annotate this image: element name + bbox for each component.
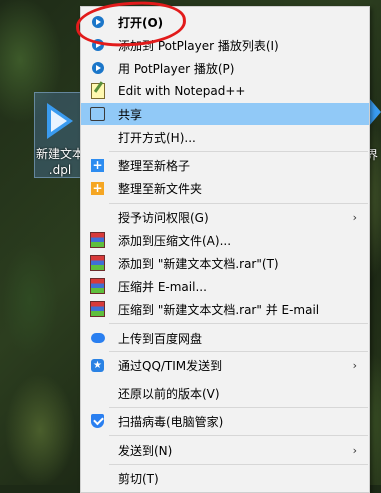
potplayer-icon (90, 61, 105, 76)
menu-item-label: 整理至新格子 (118, 158, 191, 173)
shield-icon (90, 414, 105, 429)
desktop-file-label: 新建文本 .dpl (35, 147, 84, 177)
menu-item-label: 发送到(N) (118, 443, 173, 458)
menu-item-label: 剪切(T) (118, 471, 159, 486)
menu-separator (109, 203, 368, 204)
winrar-icon (90, 255, 105, 271)
potplayer-icon (90, 15, 105, 30)
menu-item-cut[interactable]: 剪切(T) (81, 467, 369, 489)
menu-item-play-with-potplayer[interactable]: 用 PotPlayer 播放(P) (81, 57, 369, 79)
menu-item-label: 整理至新文件夹 (118, 181, 203, 196)
menu-item-scan-virus[interactable]: 扫描病毒(电脑管家) (81, 410, 369, 432)
menu-item-label: 压缩并 E-mail... (118, 279, 207, 294)
menu-item-compress-to-rar-and-email[interactable]: 压缩到 "新建文本文档.rar" 并 E-mail (81, 298, 369, 320)
menu-item-open-with[interactable]: 打开方式(H)... (81, 126, 369, 148)
menu-item-compress-and-email[interactable]: 压缩并 E-mail... (81, 275, 369, 297)
chevron-right-icon: › (352, 443, 357, 457)
chevron-right-icon: › (352, 210, 357, 224)
fences-blue-icon: + (91, 157, 104, 172)
menu-item-label: 共享 (118, 107, 143, 122)
winrar-icon (90, 232, 105, 248)
menu-item-add-to-potplayer-playlist[interactable]: 添加到 PotPlayer 播放列表(I) (81, 34, 369, 56)
menu-item-add-to-archive[interactable]: 添加到压缩文件(A)... (81, 229, 369, 251)
menu-item-organize-to-new-folder[interactable]: + 整理至新文件夹 (81, 177, 369, 199)
qq-icon: ★ (90, 358, 105, 373)
menu-item-label: 打开(O) (118, 15, 164, 30)
menu-item-label: 压缩到 "新建文本文档.rar" 并 E-mail (118, 302, 320, 317)
menu-item-label: 用 PotPlayer 播放(P) (118, 61, 235, 76)
menu-item-label: 添加到压缩文件(A)... (118, 233, 232, 248)
menu-item-organize-to-new-grid[interactable]: + 整理至新格子 (81, 154, 369, 176)
winrar-icon (90, 301, 105, 317)
menu-separator (109, 323, 368, 324)
winrar-icon (90, 278, 105, 294)
menu-item-open[interactable]: 打开(O) (81, 11, 369, 33)
menu-separator (109, 351, 368, 352)
menu-item-label: 还原以前的版本(V) (118, 386, 220, 401)
share-icon (90, 107, 105, 122)
menu-item-upload-to-baidu[interactable]: 上传到百度网盘 (81, 327, 369, 349)
menu-item-edit-with-notepad[interactable]: Edit with Notepad++ (81, 80, 369, 102)
menu-item-label: 授予访问权限(G) (118, 210, 209, 225)
menu-item-share[interactable]: 共享 (81, 103, 369, 125)
menu-item-send-via-qq-tim[interactable]: ★ 通过QQ/TIM发送到 › (81, 354, 369, 376)
menu-item-label: Edit with Notepad++ (118, 84, 246, 98)
menu-item-send-to[interactable]: 发送到(N) › (81, 439, 369, 461)
menu-item-label: 添加到 "新建文本文档.rar"(T) (118, 256, 279, 271)
context-menu: 打开(O) 添加到 PotPlayer 播放列表(I) 用 PotPlayer … (80, 6, 370, 493)
menu-separator (109, 407, 368, 408)
menu-separator (109, 435, 368, 436)
menu-item-label: 通过QQ/TIM发送到 (118, 358, 223, 373)
chevron-right-icon: › (352, 358, 357, 372)
menu-item-grant-access[interactable]: 授予访问权限(G) › (81, 206, 369, 228)
menu-separator (109, 464, 368, 465)
fences-orange-icon: + (91, 180, 104, 195)
menu-item-label: 上传到百度网盘 (118, 331, 203, 346)
play-icon (369, 98, 381, 126)
menu-item-restore-previous-versions[interactable]: 还原以前的版本(V) (81, 382, 369, 404)
baidu-icon (90, 331, 105, 346)
menu-item-label: 打开方式(H)... (118, 130, 196, 145)
menu-separator (109, 151, 368, 152)
notepad-icon (90, 83, 105, 99)
menu-item-add-to-rar[interactable]: 添加到 "新建文本文档.rar"(T) (81, 252, 369, 274)
menu-item-label: 扫描病毒(电脑管家) (118, 414, 224, 429)
potplayer-icon (90, 38, 105, 53)
menu-item-label: 添加到 PotPlayer 播放列表(I) (118, 38, 279, 53)
